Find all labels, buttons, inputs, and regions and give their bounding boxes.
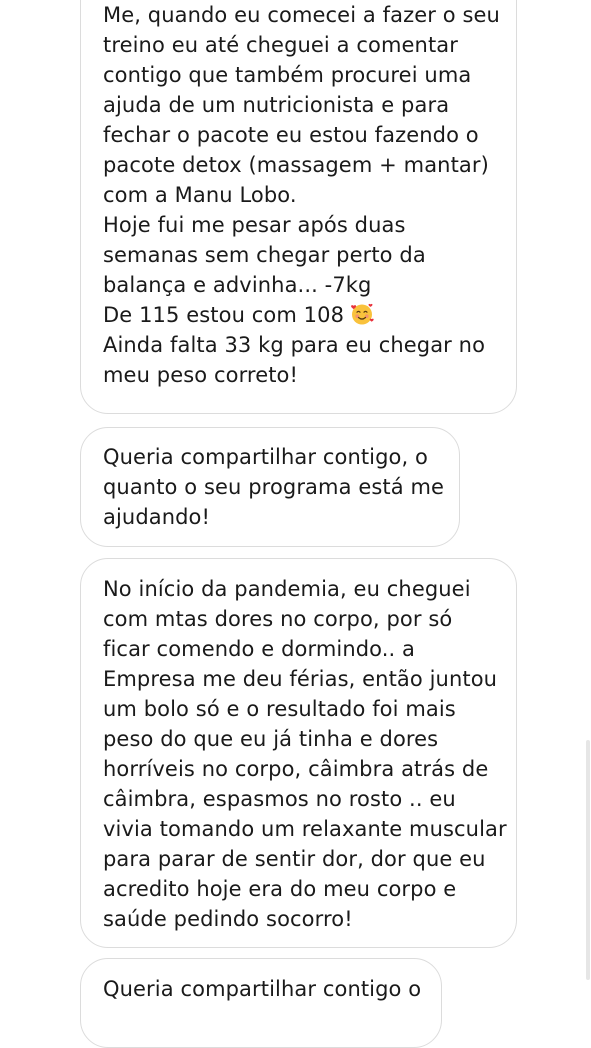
message-bubble[interactable]: Me, quando eu comecei a fazer o seu trei… [80,0,517,414]
message-text-line: quanto o seu programa está me [103,475,445,499]
message-text-line: Queria compartilhar contigo, o [103,445,428,469]
message-text-line: Queria compartilhar contigo o [103,977,422,1001]
message-text-line: Me, quando eu comecei a fazer o seu [103,3,500,27]
message-text-line: pacote detox (massagem + mantar) [103,153,489,177]
message-text-line: fechar o pacote eu estou fazendo o [103,123,479,147]
message-text-line: vivia tomando um relaxante muscular [103,817,507,841]
message-text-line: acredito hoje era do meu corpo e [103,877,457,901]
message-text-line: um bolo só e o resultado foi mais [103,697,456,721]
message-text-line: treino eu até cheguei a comentar [103,33,459,57]
message-text-line: Ainda falta 33 kg para eu chegar no [103,333,486,357]
message-text-line: Empresa me deu férias, então juntou [103,667,498,691]
message-text-line: No início da pandemia, eu cheguei [103,577,471,601]
message-text-line: semanas sem chegar perto da [103,243,426,267]
message-text-line: ficar comendo e dormindo.. a [103,637,416,661]
message-bubble[interactable]: Queria compartilhar contigo o [80,958,442,1048]
message-text-line: Hoje fui me pesar após duas [103,213,406,237]
message-text-line: para parar de sentir dor, dor que eu [103,847,486,871]
message-text-line: ajudando! [103,505,211,529]
message-text-line: câimbra, espasmos no rosto .. eu [103,787,456,811]
message-text-line: com mtas dores no corpo, por só [103,607,453,631]
message-text-line: peso do que eu já tinha e dores [103,727,439,751]
message-text-line: ajuda de um nutricionista e para [103,93,450,117]
message-text: De 115 estou com 108 [103,303,345,327]
message-text-line: meu peso correto! [103,363,299,387]
message-text-line: horríveis no corpo, câimbra atrás de [103,757,489,781]
message-text-line: saúde pedindo socorro! [103,907,353,931]
message-text-line: contigo que também procurei uma [103,63,472,87]
message-bubble[interactable]: No início da pandemia, eu cheguei com mt… [80,558,517,948]
message-bubble[interactable]: Queria compartilhar contigo, o quanto o … [80,427,460,547]
message-text-line: com a Manu Lobo. [103,183,297,207]
scrollbar[interactable] [586,740,590,980]
smiling-face-with-hearts-emoji-icon [351,303,374,325]
message-text-line-with-emoji: De 115 estou com 108 [103,300,494,330]
message-text-line: balança e advinha... -7kg [103,273,372,297]
